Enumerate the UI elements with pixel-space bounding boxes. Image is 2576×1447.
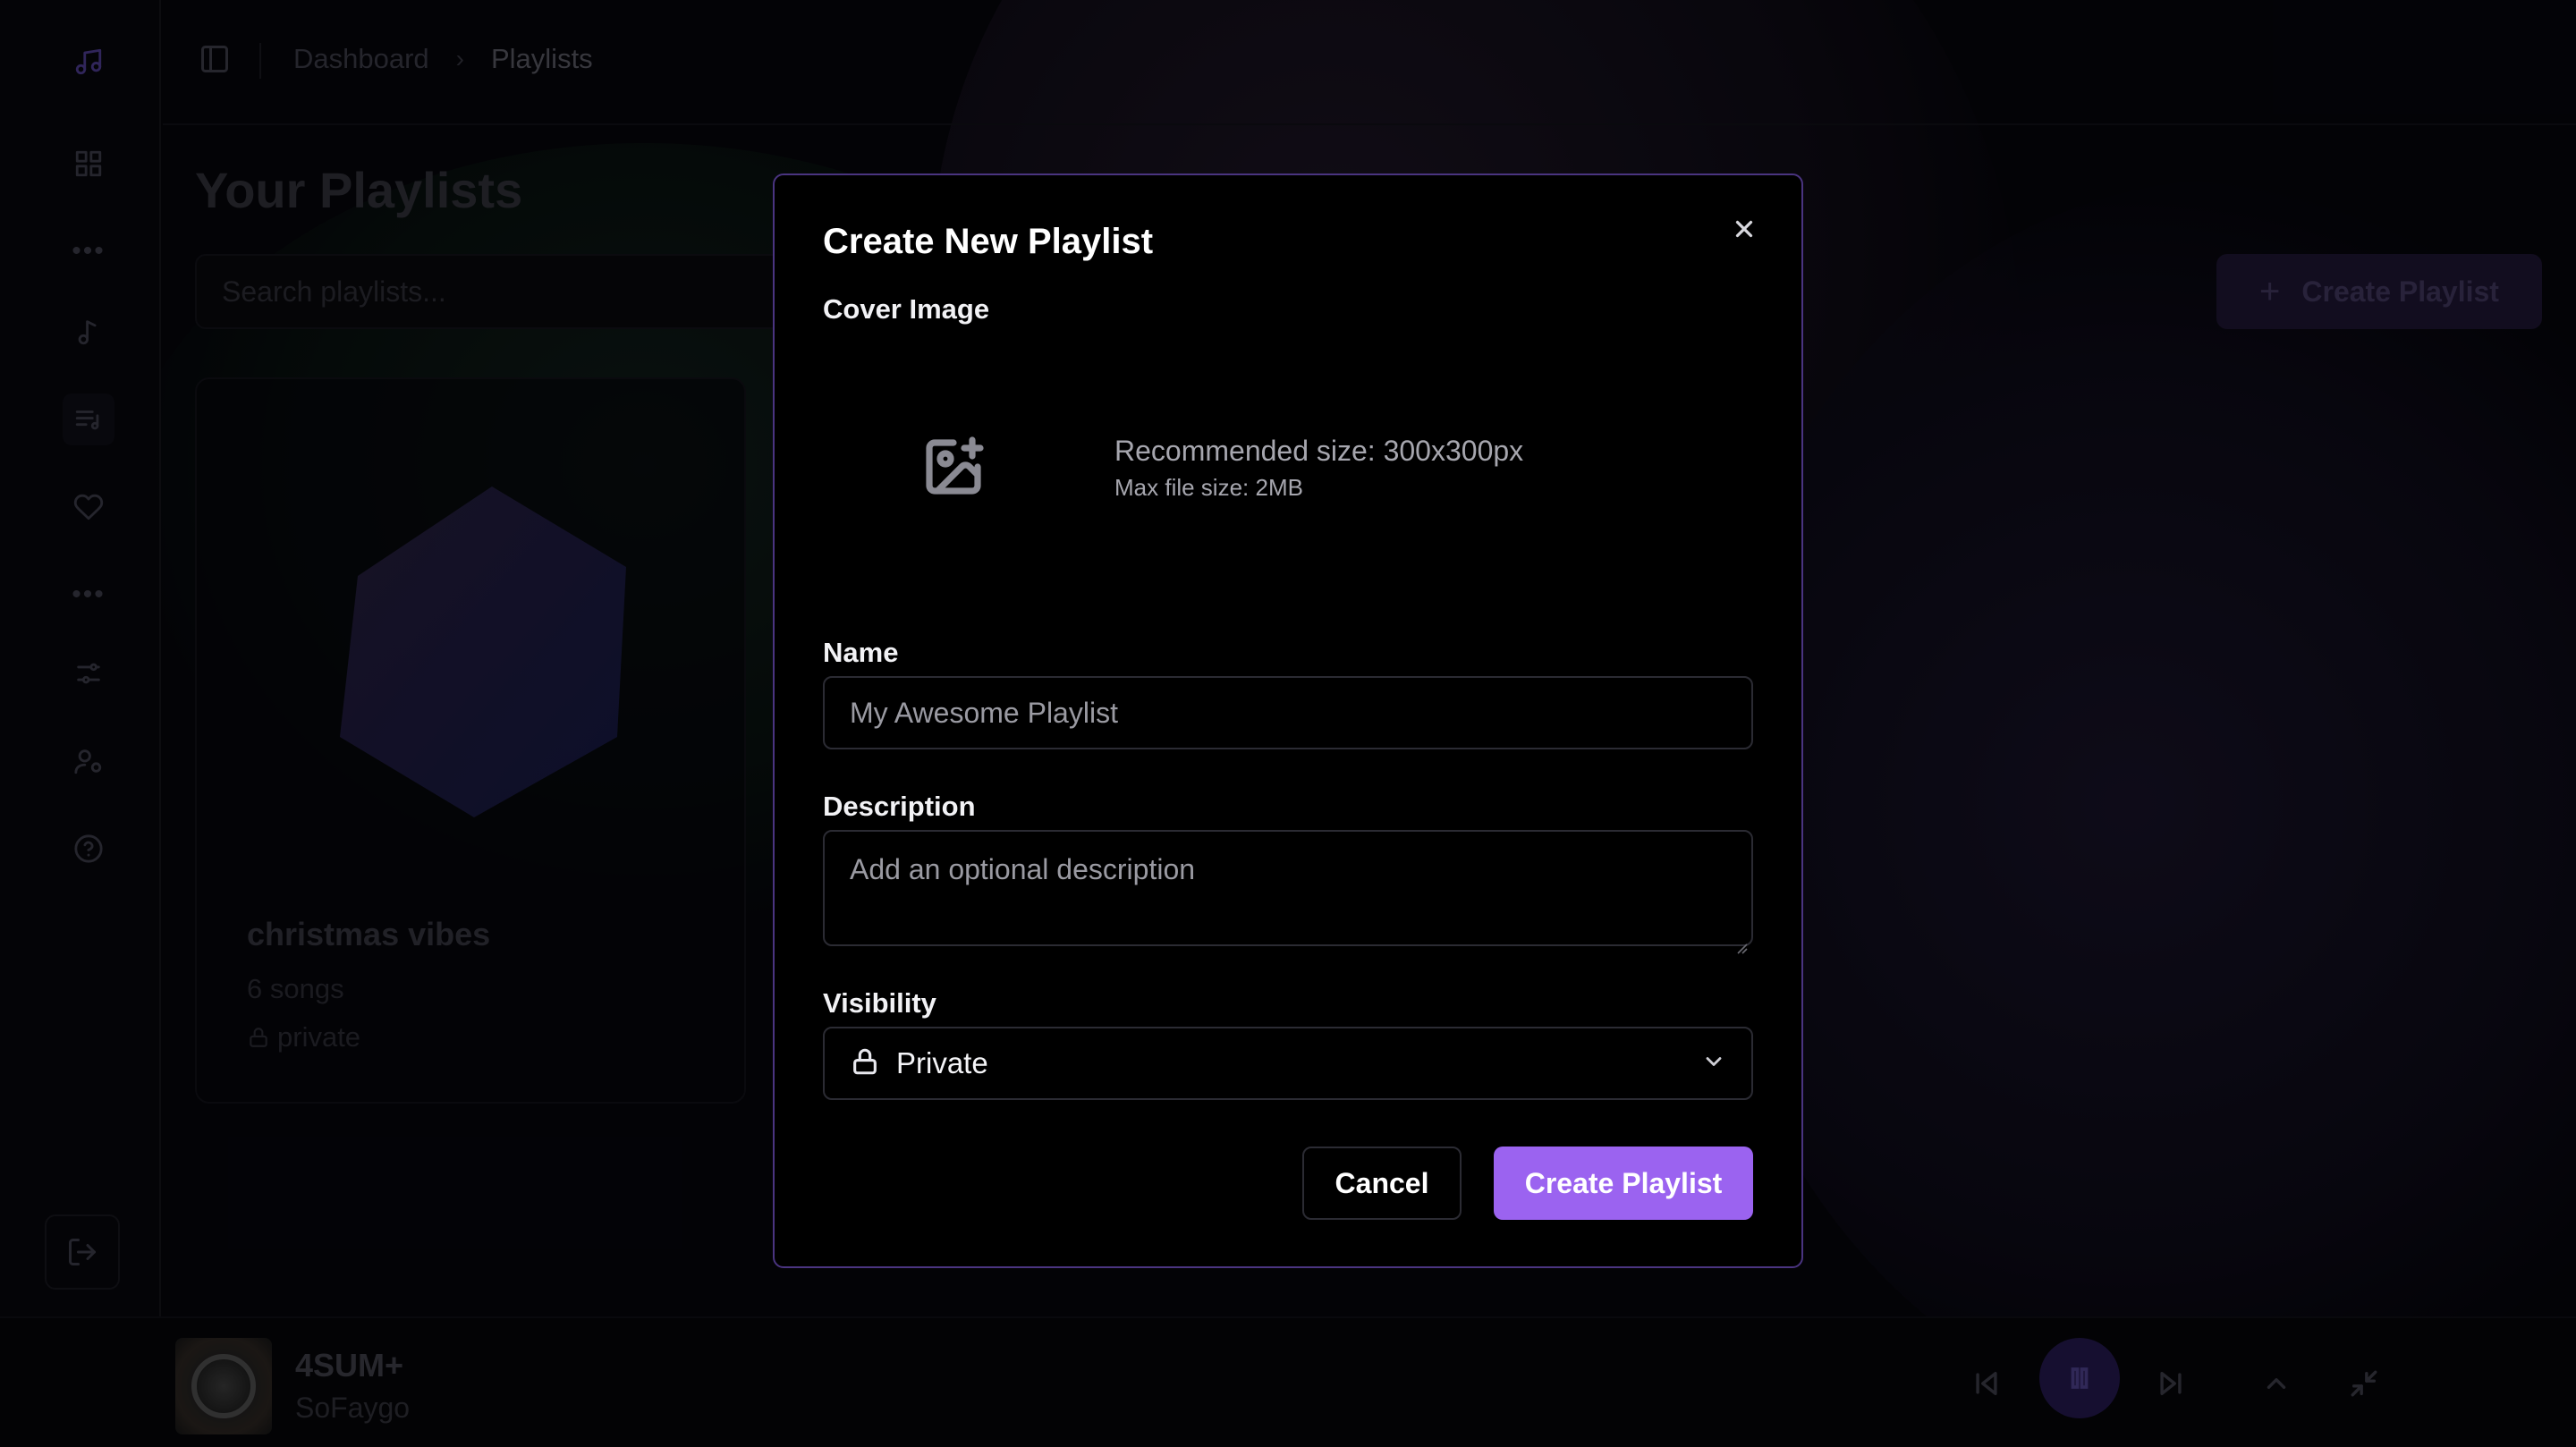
close-dialog-button[interactable] (1723, 207, 1766, 250)
cancel-button[interactable]: Cancel (1302, 1147, 1462, 1220)
lock-icon (850, 1046, 880, 1081)
max-file-size-text: Max file size: 2MB (1114, 474, 1303, 501)
create-playlist-submit-button[interactable]: Create Playlist (1494, 1147, 1753, 1220)
cover-image-label: Cover Image (823, 293, 990, 325)
playlist-name-input[interactable]: My Awesome Playlist (823, 676, 1753, 749)
close-icon (1735, 220, 1753, 238)
description-placeholder: Add an optional description (850, 853, 1196, 885)
resize-handle-icon[interactable] (1735, 928, 1748, 954)
visibility-label: Visibility (823, 987, 936, 1019)
image-plus-icon (926, 436, 984, 495)
visibility-select[interactable]: Private (823, 1027, 1753, 1100)
recommended-size-text: Recommended size: 300x300px (1114, 435, 1524, 467)
description-label: Description (823, 791, 976, 822)
name-label: Name (823, 637, 899, 668)
create-playlist-dialog: Create New Playlist Cover Image Recommen… (773, 173, 1803, 1268)
visibility-value: Private (896, 1046, 988, 1079)
dialog-title: Create New Playlist (823, 222, 1154, 261)
chevron-down-icon (1701, 1049, 1726, 1079)
image-upload-button[interactable] (921, 435, 986, 499)
description-textarea[interactable]: Add an optional description (823, 830, 1753, 954)
